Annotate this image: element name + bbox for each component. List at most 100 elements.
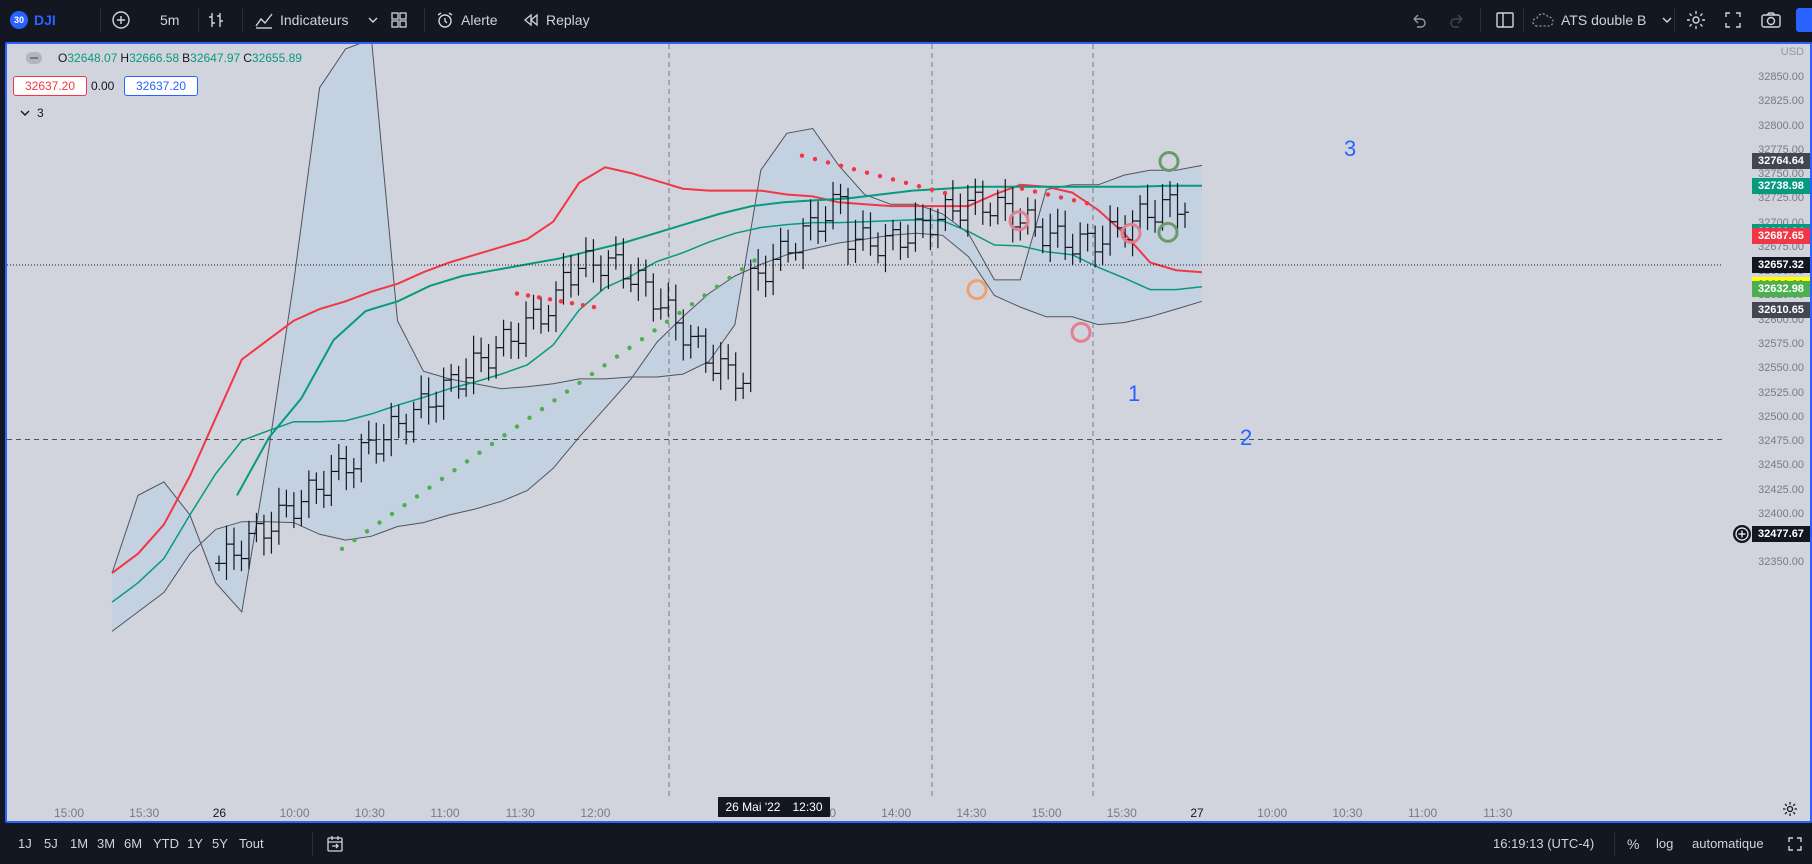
templates-button[interactable]: [389, 0, 409, 40]
indicators-button[interactable]: Indicateurs: [254, 0, 380, 40]
auto-scale-toggle[interactable]: automatique: [1692, 823, 1764, 864]
high-value: 32666.58: [129, 51, 180, 65]
price-tick: 32525.00: [1758, 386, 1804, 399]
sar-dot-bull: [364, 529, 370, 534]
sar-dot-bear: [1045, 192, 1051, 197]
open-label: O: [58, 51, 68, 65]
sar-dot-bull: [602, 363, 607, 368]
compare-button[interactable]: [111, 0, 131, 40]
scale-settings-button[interactable]: [1782, 801, 1798, 821]
range-button-3m[interactable]: 3M: [97, 823, 115, 864]
fullscreen-icon: [1725, 12, 1741, 28]
alarm-clock-icon: [437, 12, 453, 28]
percent-toggle[interactable]: %: [1627, 823, 1639, 864]
sar-dot-bull: [727, 275, 732, 281]
chart-type-button[interactable]: [206, 0, 226, 40]
sar-dot-bull: [714, 284, 720, 289]
price-line-label: 32738.98: [1752, 177, 1810, 194]
symbol-name: DJI: [34, 12, 56, 28]
add-alert-button[interactable]: [1732, 524, 1752, 544]
indicators-icon: [255, 13, 273, 29]
price-tick: 32800.00: [1758, 119, 1804, 132]
undo-button[interactable]: [1410, 0, 1428, 40]
sar-dot-bull: [502, 433, 507, 438]
close-value: 32655.89: [251, 51, 302, 65]
time-tick: 10:00: [1257, 806, 1288, 820]
divider: [1614, 832, 1615, 856]
time-tick: 14:00: [881, 806, 912, 820]
log-toggle[interactable]: log: [1656, 823, 1673, 864]
time-tick: 11:30: [505, 806, 535, 820]
divider: [1480, 8, 1481, 32]
range-button-1j[interactable]: 1J: [18, 823, 32, 864]
range-button-5j[interactable]: 5J: [44, 823, 58, 864]
sar-dot-bull: [589, 371, 595, 377]
open-value: 32648.07: [67, 51, 118, 65]
indicator-count: 3: [37, 106, 44, 120]
range-button-6m[interactable]: 6M: [124, 823, 142, 864]
divider: [100, 8, 101, 32]
sar-dot-bear: [903, 180, 909, 186]
publish-button-edge: [1796, 8, 1812, 32]
price-line-label: 32657.32: [1752, 257, 1810, 274]
sar-dot-bear: [812, 156, 818, 162]
price-chart[interactable]: [7, 44, 1810, 821]
price-line-label: 32610.65: [1752, 302, 1810, 319]
layout-name-menu[interactable]: ATS double B: [1531, 0, 1674, 40]
clock[interactable]: 16:19:13 (UTC-4): [1493, 823, 1594, 864]
sar-dot-bull: [402, 502, 407, 508]
sell-button[interactable]: 32637.20: [13, 76, 87, 96]
range-button-1y[interactable]: 1Y: [187, 823, 203, 864]
replay-button[interactable]: Replay: [522, 0, 590, 40]
replay-label: Replay: [546, 12, 590, 28]
time-tick: 26: [212, 806, 227, 820]
range-button-tout[interactable]: Tout: [239, 823, 264, 864]
chart-pane[interactable]: O 32648.07 H 32666.58 B 32647.97 C 32655.89 …: [5, 42, 1812, 823]
divider: [424, 8, 425, 32]
ohlc-legend: O 32648.07 H 32666.58 B 32647.97 C 32655.89: [26, 51, 302, 65]
sar-dot-bull: [464, 459, 470, 464]
crosshair-price-label: 32477.67: [1752, 526, 1810, 542]
range-button-5y[interactable]: 5Y: [212, 823, 228, 864]
range-button-1m[interactable]: 1M: [70, 823, 88, 864]
sar-dot-bull: [739, 267, 745, 272]
annotation-2: 2: [1240, 425, 1253, 450]
low-value: 32647.97: [190, 51, 241, 65]
redo-button[interactable]: [1448, 0, 1466, 40]
sar-dot-bull: [439, 476, 445, 482]
grid-templates-icon: [391, 12, 407, 28]
rewind-icon: [523, 13, 538, 27]
settings-button[interactable]: [1685, 0, 1707, 40]
collapse-legend-button[interactable]: [26, 52, 42, 64]
layout-button[interactable]: [1495, 0, 1515, 40]
fullscreen-button[interactable]: [1723, 0, 1743, 40]
sar-dot-bull: [614, 354, 620, 359]
alert-button[interactable]: Alerte: [435, 0, 498, 40]
time-tick: 15:30: [1106, 806, 1137, 820]
buy-button[interactable]: 32637.20: [124, 76, 198, 96]
price-tick: 32825.00: [1758, 95, 1804, 108]
sar-dot-bull: [452, 468, 457, 473]
sar-dot-bear: [1071, 198, 1077, 203]
top-toolbar: 30 DJI 5m Indicateurs Alerte Replay ATS …: [0, 0, 1812, 40]
high-label: H: [120, 51, 130, 65]
sar-dot-bear: [825, 160, 831, 165]
sar-dot-bull: [427, 485, 432, 490]
publish-button[interactable]: [1796, 0, 1812, 40]
go-to-date-button[interactable]: [325, 823, 345, 864]
divider: [1523, 8, 1524, 32]
price-line-label: 32764.64: [1752, 152, 1810, 169]
gear-icon: [1687, 11, 1705, 29]
sar-dot-bull: [577, 380, 582, 386]
snapshot-button[interactable]: [1760, 0, 1782, 40]
price-tick: 32450.00: [1758, 459, 1804, 472]
price-tick: 32475.00: [1758, 435, 1804, 448]
range-button-ytd[interactable]: YTD: [153, 823, 179, 864]
interval-button[interactable]: 5m: [160, 0, 179, 40]
sar-dot-bull: [389, 511, 395, 517]
sar-dot-bull: [552, 398, 557, 403]
maximize-panel-button[interactable]: [1786, 823, 1804, 864]
symbol-search[interactable]: 30 DJI: [10, 0, 56, 40]
indicators-toggle[interactable]: 3: [19, 106, 44, 120]
gear-icon: [1783, 802, 1797, 816]
